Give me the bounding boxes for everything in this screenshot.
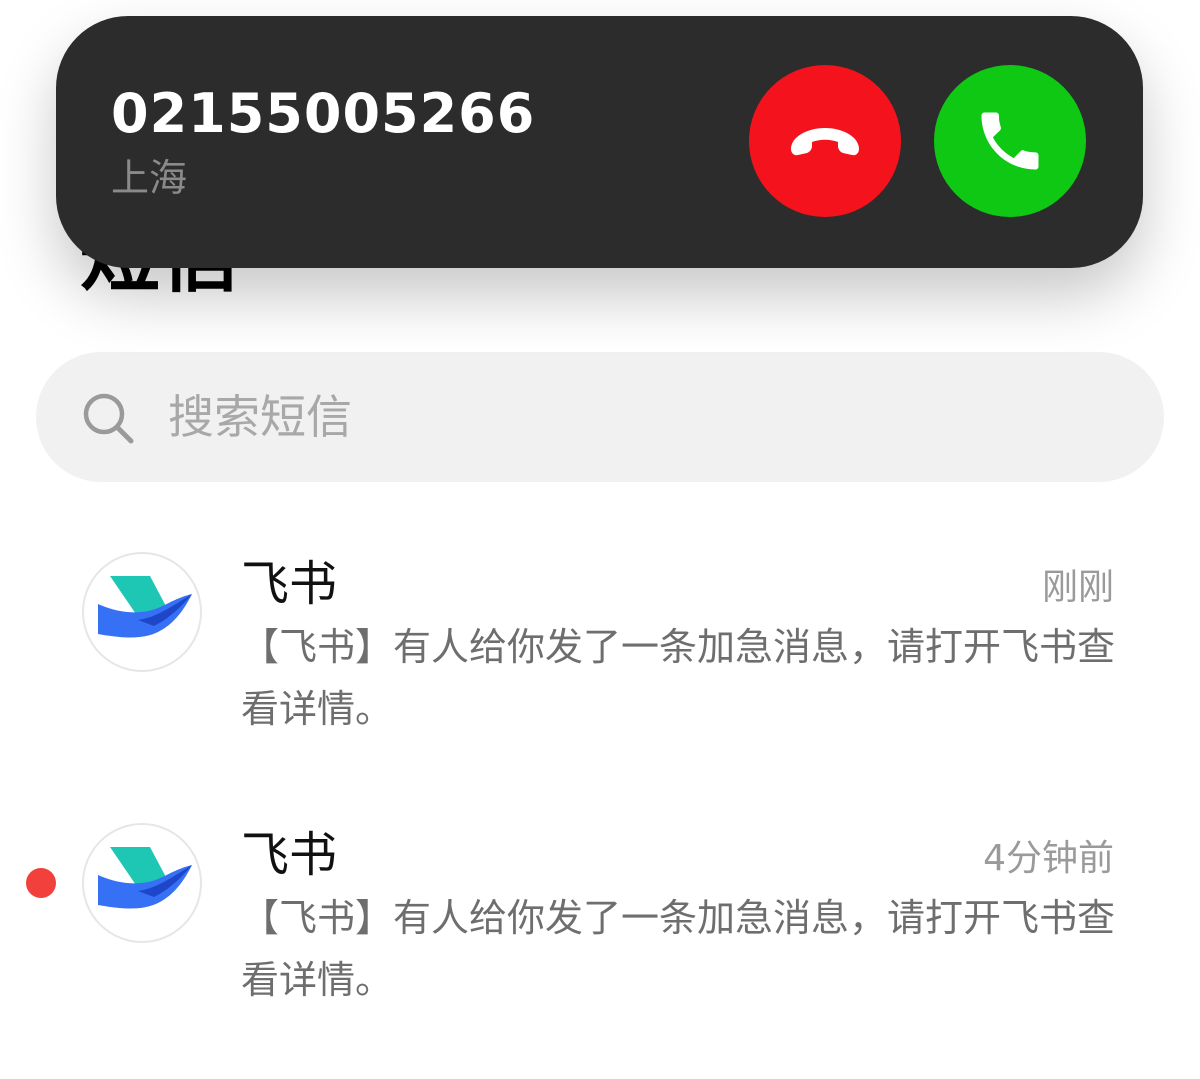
unread-dot — [26, 868, 56, 898]
message-time: 刚刚 — [1041, 567, 1114, 608]
avatar — [82, 552, 202, 672]
caller-number: 02155005266 — [111, 82, 536, 145]
message-preview: 【飞书】有人给你发了一条加急消息，请打开飞书查看详情。 — [241, 896, 1116, 1002]
accept-call-button[interactable] — [934, 65, 1086, 217]
message-sender: 飞书 — [241, 827, 338, 883]
avatar — [82, 823, 202, 943]
feishu-logo-icon — [98, 847, 192, 909]
message-sender: 飞书 — [241, 556, 338, 612]
message-preview: 【飞书】有人给你发了一条加急消息，请打开飞书查看详情。 — [241, 625, 1116, 731]
incoming-call-banner[interactable]: 02155005266 上海 — [56, 16, 1143, 268]
feishu-logo-icon — [98, 576, 192, 638]
decline-call-button[interactable] — [749, 65, 901, 217]
phone-icon — [981, 112, 1039, 170]
message-item[interactable]: 飞书 刚刚 【飞书】有人给你发了一条加急消息，请打开飞书查看详情。 — [0, 552, 1200, 772]
message-time: 4分钟前 — [983, 838, 1114, 879]
caller-location: 上海 — [111, 156, 188, 200]
search-input[interactable] — [168, 377, 1068, 457]
search-bar[interactable] — [36, 352, 1164, 482]
hang-up-icon — [791, 128, 859, 156]
message-item[interactable]: 飞书 4分钟前 【飞书】有人给你发了一条加急消息，请打开飞书查看详情。 — [0, 823, 1200, 1043]
search-icon — [83, 393, 134, 444]
